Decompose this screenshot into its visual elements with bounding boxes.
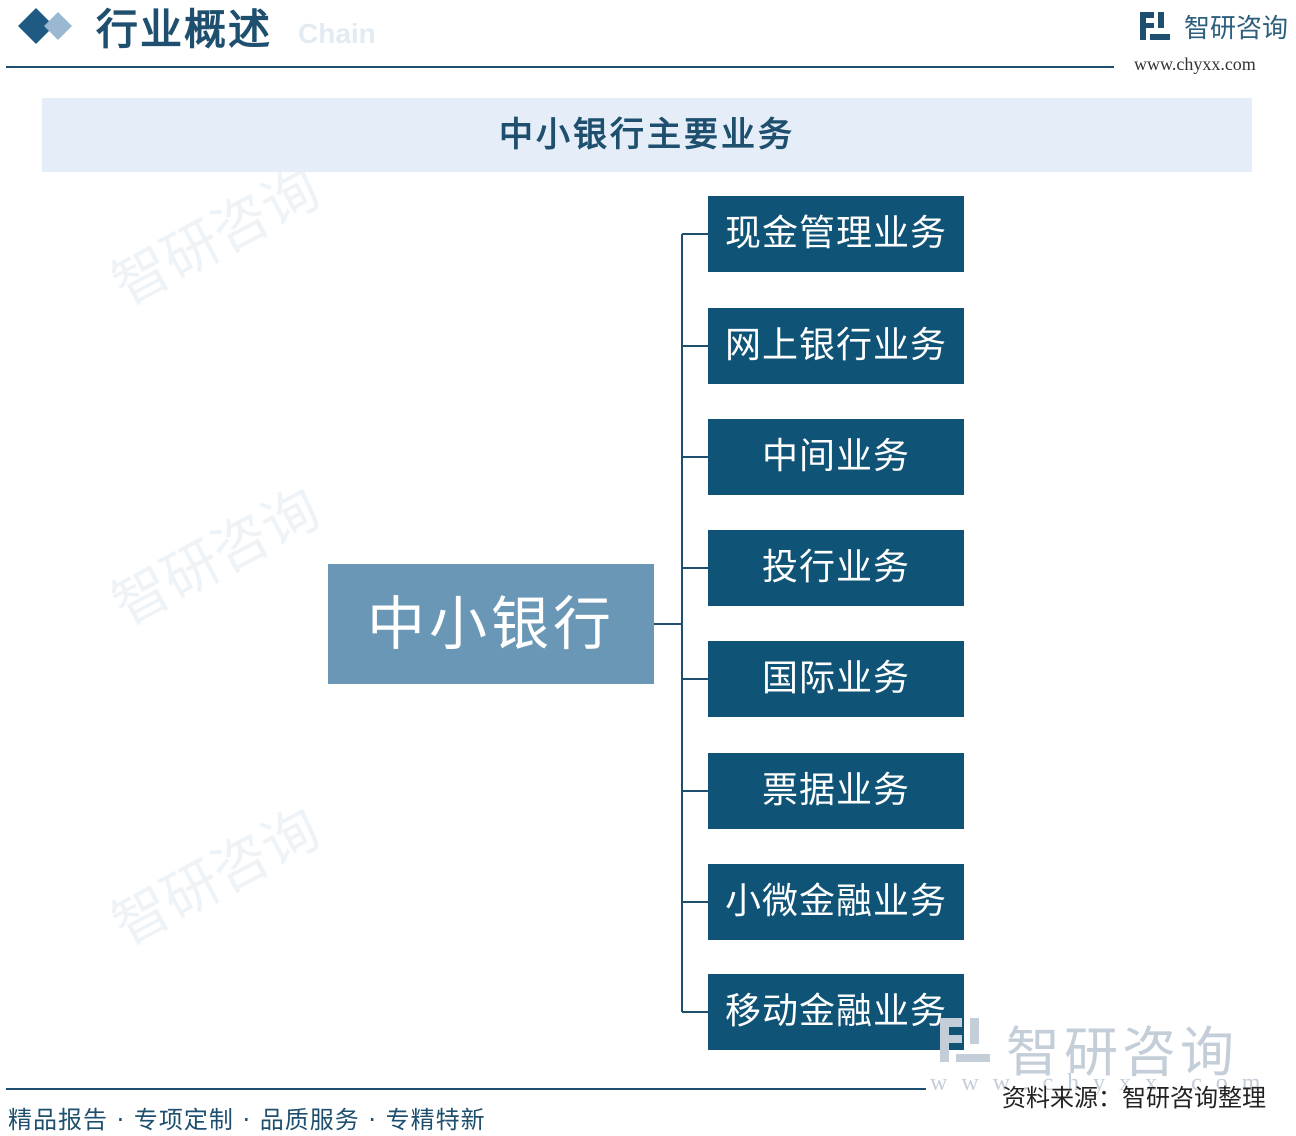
source-note: 资料来源：智研咨询整理	[1002, 1084, 1266, 1112]
watermark-logo-icon	[940, 1018, 990, 1062]
footer-divider	[6, 1088, 926, 1090]
root-node: 中小银行	[328, 564, 654, 684]
branch-node: 国际业务	[708, 641, 964, 717]
branch-node: 网上银行业务	[708, 308, 964, 384]
branch-node: 中间业务	[708, 419, 964, 495]
branch-node: 现金管理业务	[708, 196, 964, 272]
branch-node: 投行业务	[708, 530, 964, 606]
branch-node: 小微金融业务	[708, 864, 964, 940]
branch-node: 票据业务	[708, 753, 964, 829]
branch-node: 移动金融业务	[708, 974, 964, 1050]
footer-slogan: 精品报告 · 专项定制 · 品质服务 · 专精特新	[8, 1106, 486, 1134]
